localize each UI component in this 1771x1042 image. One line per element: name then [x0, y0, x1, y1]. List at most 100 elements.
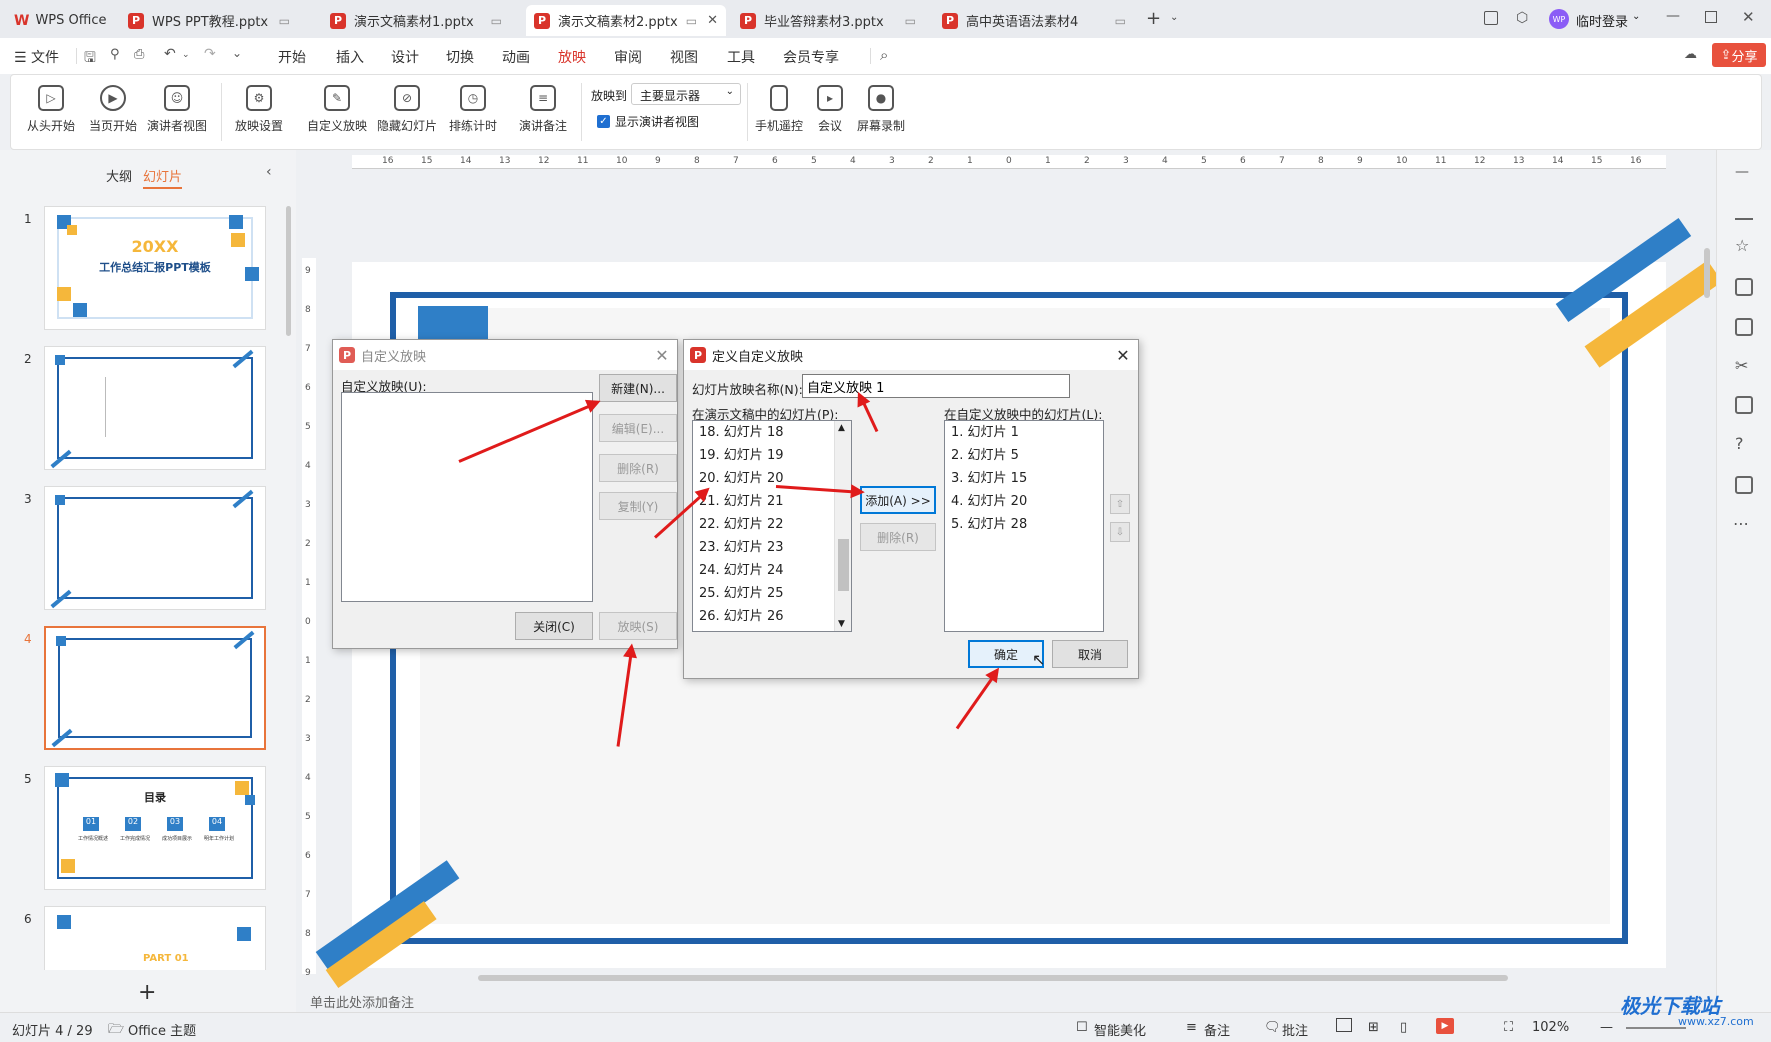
list-item[interactable]: 25. 幻灯片 25 — [693, 582, 851, 605]
list-item[interactable]: 3. 幻灯片 15 — [945, 467, 1103, 490]
layout-icon[interactable] — [1484, 11, 1498, 25]
tab-close-icon[interactable]: ✕ — [707, 13, 718, 28]
close-icon[interactable]: ✕ — [647, 346, 677, 365]
presenter-view-checkbox[interactable]: ✓ — [597, 115, 610, 128]
new-custom-show-button[interactable]: 新建(N)... — [599, 374, 677, 402]
avatar[interactable]: WP — [1549, 9, 1569, 29]
presentation-slides-list[interactable]: 18. 幻灯片 18 19. 幻灯片 19 20. 幻灯片 20 21. 幻灯片… — [692, 420, 852, 632]
undo-chevron-icon[interactable]: ⌄ — [182, 50, 190, 60]
comments-toggle[interactable]: 批注 — [1282, 1020, 1308, 1039]
more-icon[interactable]: ⋯ — [1733, 514, 1749, 533]
slide-thumbnail[interactable] — [44, 346, 266, 470]
new-tab-icon[interactable]: + — [1146, 8, 1161, 29]
tab-restore-icon[interactable]: ▭ — [905, 14, 916, 28]
slide-thumbnail[interactable]: PART 01 — [44, 906, 266, 970]
list-item[interactable]: 26. 幻灯片 26 — [693, 605, 851, 628]
tab-document[interactable]: P 演示文稿素材1.pptx ▭ — [322, 5, 510, 36]
tab-wps-home[interactable]: W WPS Office — [6, 5, 118, 36]
meeting-button[interactable]: ▸ 会议 — [817, 85, 843, 134]
book-icon[interactable] — [1735, 396, 1753, 414]
tab-document[interactable]: P WPS PPT教程.pptx ▭ — [120, 5, 298, 36]
tab-restore-icon[interactable]: ▭ — [491, 14, 502, 28]
list-item[interactable]: 23. 幻灯片 23 — [693, 536, 851, 559]
close-window-icon[interactable]: ✕ — [1742, 8, 1755, 26]
menu-member[interactable]: 会员专享 — [783, 47, 839, 67]
menu-start[interactable]: 开始 — [278, 47, 306, 67]
presenter-view-button[interactable]: ☺ 演讲者视图 — [147, 85, 207, 134]
list-item[interactable]: 5. 幻灯片 28 — [945, 513, 1103, 536]
search-icon[interactable]: ⌕ — [880, 46, 888, 64]
slide-thumbnail[interactable]: 20XX 工作总结汇报PPT模板 — [44, 206, 266, 330]
save-icon[interactable]: 🖫 — [84, 47, 96, 71]
screen-record-button[interactable]: ● 屏幕录制 — [857, 85, 905, 134]
scroll-down-icon[interactable]: ▼ — [838, 619, 845, 629]
tab-document[interactable]: P 毕业答辩素材3.pptx ▭ — [732, 5, 924, 36]
list-item[interactable]: 24. 幻灯片 24 — [693, 559, 851, 582]
tab-restore-icon[interactable]: ▭ — [1115, 14, 1126, 28]
custom-show-button[interactable]: ✎ 自定义放映 — [307, 85, 367, 134]
remove-slide-button[interactable]: 删除(R) — [860, 523, 936, 551]
show-button[interactable]: 放映(S) — [599, 612, 677, 640]
tab-restore-icon[interactable]: ▭ — [686, 14, 697, 28]
reading-view-icon[interactable]: ▯ — [1400, 1020, 1407, 1035]
tab-restore-icon[interactable]: ▭ — [279, 14, 290, 28]
hide-slide-button[interactable]: ⊘ 隐藏幻灯片 — [377, 85, 437, 134]
thumbnail-scrollbar[interactable] — [286, 206, 291, 336]
menu-design[interactable]: 设计 — [391, 47, 419, 67]
delete-button[interactable]: 删除(R) — [599, 454, 677, 482]
menu-review[interactable]: 审阅 — [614, 47, 642, 67]
list-item[interactable]: 20. 幻灯片 20 — [693, 467, 851, 490]
plugin-icon[interactable] — [1735, 476, 1753, 494]
help-icon[interactable]: ? — [1735, 434, 1744, 453]
zoom-slider[interactable] — [1626, 1027, 1686, 1029]
redo-icon[interactable]: ↷ — [204, 46, 216, 62]
custom-show-slides-list[interactable]: 1. 幻灯片 1 2. 幻灯片 5 3. 幻灯片 15 4. 幻灯片 20 5.… — [944, 420, 1104, 632]
zoom-out-icon[interactable]: — — [1600, 1020, 1613, 1035]
phone-remote-button[interactable]: 手机遥控 — [755, 85, 803, 134]
share-link-icon[interactable]: ⚲ — [110, 47, 120, 62]
maximize-icon[interactable] — [1705, 11, 1717, 23]
play-to-select[interactable]: 主要显示器 ⌄ — [631, 83, 741, 105]
grid-view-icon[interactable]: ⊞ — [1368, 1020, 1379, 1035]
list-item[interactable]: 22. 幻灯片 22 — [693, 513, 851, 536]
star-icon[interactable]: ☆ — [1735, 236, 1749, 255]
scroll-up-icon[interactable]: ▲ — [838, 423, 845, 433]
normal-view-icon[interactable] — [1336, 1018, 1352, 1032]
tools-icon[interactable]: ✂ — [1735, 356, 1748, 375]
menu-insert[interactable]: 插入 — [336, 47, 364, 67]
speaker-notes-button[interactable]: ≡ 演讲备注 — [519, 85, 567, 134]
login-label[interactable]: 临时登录 — [1576, 11, 1628, 30]
login-chevron-icon[interactable]: ⌄ — [1632, 11, 1640, 22]
print-preview-icon[interactable]: ⎙ — [134, 47, 144, 62]
horizontal-scrollbar[interactable] — [478, 975, 1508, 981]
menu-slideshow[interactable]: 放映 — [558, 47, 586, 76]
close-icon[interactable]: ✕ — [1108, 346, 1138, 365]
move-down-icon[interactable]: ⇩ — [1110, 522, 1130, 542]
minimize-icon[interactable]: — — [1666, 8, 1680, 24]
beautify-button[interactable]: 智能美化 — [1094, 1020, 1146, 1039]
play-slideshow-icon[interactable]: ▶ — [1436, 1018, 1454, 1034]
menu-transition[interactable]: 切换 — [446, 47, 474, 67]
image-icon[interactable] — [1735, 318, 1753, 336]
list-item[interactable]: 18. 幻灯片 18 — [693, 421, 851, 444]
move-up-icon[interactable]: ⇧ — [1110, 494, 1130, 514]
edit-button[interactable]: 编辑(E)... — [599, 414, 677, 442]
list-item[interactable]: 19. 幻灯片 19 — [693, 444, 851, 467]
play-from-start-button[interactable]: ▷ 从头开始 — [27, 85, 75, 134]
list-item[interactable]: 4. 幻灯片 20 — [945, 490, 1103, 513]
zoom-value[interactable]: 102% — [1532, 1020, 1569, 1035]
list-scrollbar[interactable]: ▲ ▼ — [834, 421, 851, 631]
vertical-scrollbar[interactable] — [1704, 248, 1710, 298]
list-item[interactable]: 2. 幻灯片 5 — [945, 444, 1103, 467]
collapse-panel-icon[interactable]: ‹ — [266, 164, 272, 180]
layers-icon[interactable] — [1735, 278, 1753, 296]
list-item[interactable]: 21. 幻灯片 21 — [693, 490, 851, 513]
cloud-icon[interactable]: ☁ — [1684, 47, 1697, 62]
cube-icon[interactable]: ⬡ — [1516, 10, 1528, 26]
menu-file[interactable]: ☰ 文件 — [14, 47, 59, 67]
custom-show-list[interactable] — [341, 392, 593, 602]
list-item[interactable]: 1. 幻灯片 1 — [945, 421, 1103, 444]
menu-animation[interactable]: 动画 — [502, 47, 530, 67]
menu-tools[interactable]: 工具 — [727, 47, 755, 67]
adjust-icon[interactable] — [1735, 202, 1753, 220]
